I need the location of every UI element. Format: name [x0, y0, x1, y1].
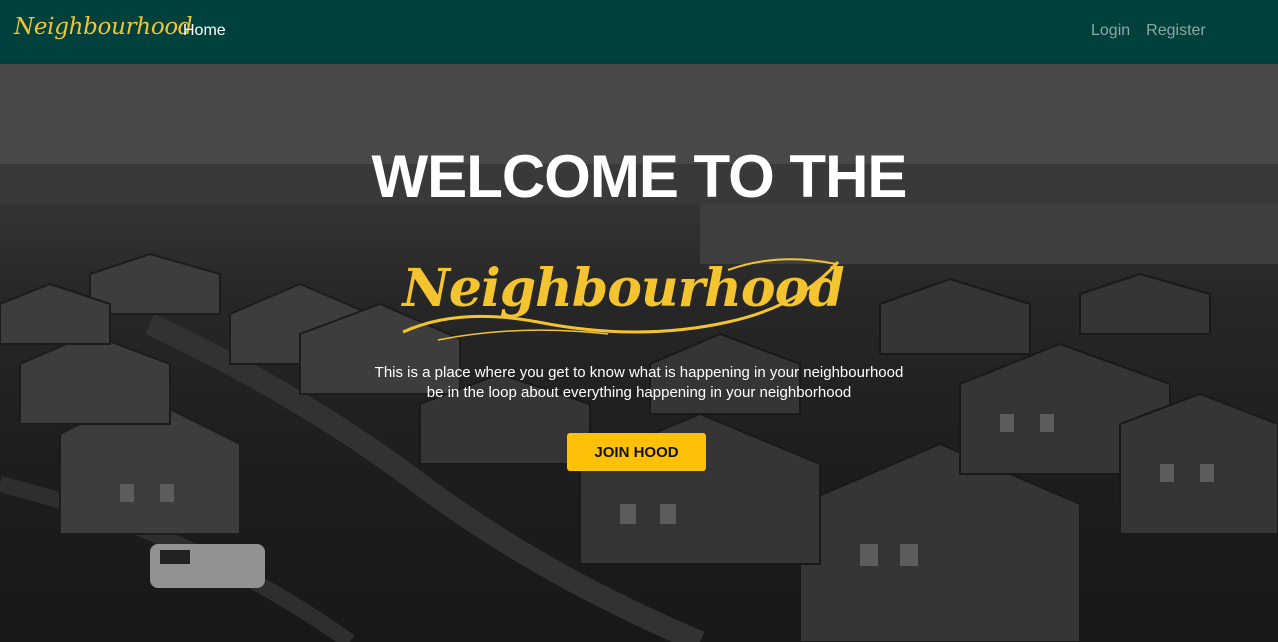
- nav-register-link[interactable]: Register: [1146, 22, 1206, 40]
- brand-logo[interactable]: Neighbourhood: [14, 14, 193, 40]
- hero-script-title: Neighbourhood: [402, 258, 844, 319]
- nav-login-link[interactable]: Login: [1091, 22, 1130, 40]
- hero-script-logo: Neighbourhood: [398, 252, 848, 352]
- hero-tagline-line2: be in the loop about everything happenin…: [426, 384, 852, 401]
- join-hood-button[interactable]: JOIN HOOD: [567, 433, 706, 471]
- hero-tagline-line1: This is a place where you get to know wh…: [374, 364, 904, 381]
- nav-auth-links: Login Register: [1091, 22, 1206, 40]
- nav-home-link[interactable]: Home: [183, 22, 226, 40]
- hero-title: WELCOME TO THE: [371, 143, 908, 210]
- navbar: Neighbourhood Home Login Register: [0, 0, 1278, 64]
- hero-section: WELCOME TO THE Neighbourhood This is a p…: [0, 64, 1278, 642]
